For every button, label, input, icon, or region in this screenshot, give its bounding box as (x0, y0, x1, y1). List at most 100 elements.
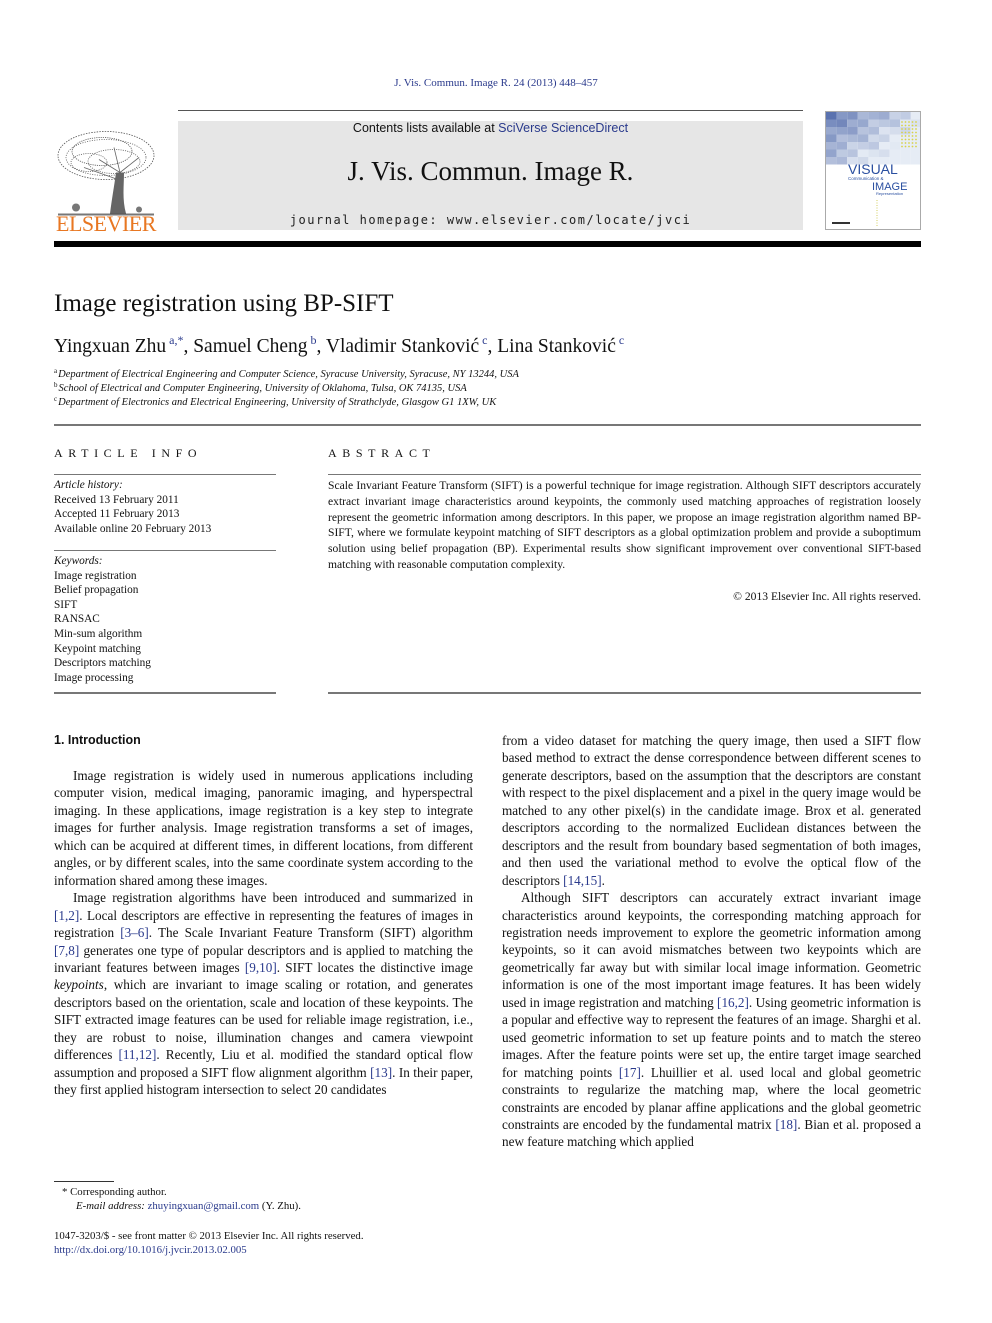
cover-mosaic-tile (836, 157, 848, 165)
keyword: Keypoint matching (54, 642, 141, 655)
email-link[interactable]: zhuyingxuan@gmail.com (148, 1200, 260, 1212)
cover-mosaic-tile (857, 142, 869, 150)
cover-mosaic-tile (847, 142, 858, 150)
cover-dot (915, 128, 917, 130)
body-paragraph: Image registration is widely used in num… (54, 768, 473, 888)
citation-link[interactable]: [7,8] (54, 943, 79, 958)
cover-dot (915, 135, 917, 137)
author-name: Vladimir Stanković (325, 336, 480, 357)
cover-mosaic-tile (836, 149, 848, 157)
affiliation-a: aDepartment of Electrical Engineering an… (54, 367, 519, 380)
affiliation-mark: a (54, 367, 58, 375)
text-run: . (601, 872, 605, 888)
keyword: Image processing (54, 671, 134, 684)
cover-mosaic-tile (889, 149, 901, 157)
sciencedirect-link[interactable]: SciVerse ScienceDirect (498, 121, 628, 135)
citation-link[interactable]: [14,15] (563, 873, 601, 888)
text-run: Image registration algorithms have been … (73, 890, 473, 906)
affiliation-divider (54, 424, 921, 426)
article-info-divider (54, 692, 276, 694)
cover-dot (915, 124, 917, 127)
issn-line: 1047-3203/$ - see front matter © 2013 El… (54, 1230, 364, 1242)
citation-link[interactable]: [9,10] (245, 960, 277, 975)
article-info-divider (54, 550, 276, 551)
body-paragraph: Although SIFT descriptors can accurately… (502, 889, 921, 1151)
cover-dot (908, 145, 910, 148)
cover-mosaic-tile (857, 112, 869, 120)
citation-link[interactable]: [11,12] (118, 1047, 156, 1062)
cover-dot (911, 142, 914, 144)
email-suffix: (Y. Zhu). (259, 1200, 301, 1212)
cover-dot (908, 131, 910, 134)
cover-mosaic-tile (847, 149, 858, 157)
cover-mosaic-tile (847, 112, 858, 120)
cover-mosaic-tile (868, 134, 879, 142)
keyword: Descriptors matching (54, 657, 151, 670)
author-name: Lina Stanković (497, 336, 616, 357)
cover-mosaic-tile (879, 134, 890, 142)
contents-prefix: Contents lists available at (352, 121, 499, 135)
cover-dot (911, 145, 914, 148)
cover-mosaic-tile (879, 142, 890, 150)
header-thick-rule (54, 241, 921, 247)
journal-citation-link[interactable]: J. Vis. Commun. Image R. 24 (2013) 448–4… (0, 77, 992, 89)
author-name: Samuel Cheng (193, 336, 308, 357)
doi-link[interactable]: http://dx.doi.org/10.1016/j.jvcir.2013.0… (54, 1244, 247, 1256)
keyword: SIFT (54, 598, 78, 611)
journal-cover-thumbnail[interactable]: VISUAL Communication & IMAGE Representat… (825, 111, 921, 230)
abstract-copyright: © 2013 Elsevier Inc. All rights reserved… (733, 590, 921, 603)
cover-mosaic-tile (889, 134, 901, 142)
cover-dot (901, 135, 903, 137)
cover-mosaic-tile (857, 119, 869, 127)
cover-dot (904, 145, 907, 148)
affiliation-c: cDepartment of Electronics and Electrica… (54, 395, 496, 408)
citation-link[interactable]: [1,2] (54, 908, 79, 923)
citation-link[interactable]: [18] (775, 1117, 797, 1132)
cover-mosaic-tile (847, 127, 858, 135)
keyword: Image registration (54, 569, 137, 582)
text-run: from a video dataset for matching the qu… (502, 733, 921, 888)
abstract-divider (328, 474, 921, 475)
cover-dot (908, 138, 910, 141)
history-label: Article history: (54, 479, 123, 491)
author-affiliation-link[interactable]: a,* (169, 333, 183, 347)
cover-dot (901, 145, 903, 148)
cover-mosaic-tile (836, 134, 848, 142)
cover-mosaic-tile (826, 134, 837, 142)
cover-mosaic-tile (879, 119, 890, 127)
cover-dot (915, 142, 917, 144)
cover-dot (904, 124, 907, 127)
cover-mosaic-tile (857, 134, 869, 142)
cover-mosaic-tile (836, 112, 848, 120)
history-item: Accepted 11 February 2013 (54, 508, 180, 521)
citation-link[interactable]: [13] (370, 1065, 392, 1080)
body-column-right: from a video dataset for matching the qu… (502, 732, 921, 1151)
journal-homepage-line: journal homepage: www.elsevier.com/locat… (178, 213, 803, 227)
cover-dot (904, 131, 907, 134)
cover-mosaic-tile (889, 127, 901, 135)
cover-dot (901, 128, 903, 130)
history-item: Received 13 February 2011 (54, 493, 179, 506)
cover-mosaic-tile (879, 149, 890, 157)
cover-mosaic-tile (889, 142, 901, 150)
cover-dot (908, 142, 910, 144)
cover-dot (911, 121, 914, 123)
cover-mosaic-tile (879, 127, 890, 135)
homepage-url-link[interactable]: www.elsevier.com/locate/jvci (447, 213, 691, 227)
cover-mosaic-tile (847, 134, 858, 142)
cover-title-1: VISUAL (848, 161, 898, 177)
keyword: Min-sum algorithm (54, 627, 143, 640)
citation-link[interactable]: [3–6] (120, 925, 149, 940)
cover-dot (901, 142, 903, 144)
citation-link[interactable]: [16,2] (717, 995, 749, 1010)
cover-dot (908, 121, 910, 123)
citation-link[interactable]: [17] (619, 1065, 641, 1080)
affiliation-text: Department of Electrical Engineering and… (58, 369, 519, 380)
affiliation-text: Department of Electronics and Electrical… (58, 397, 497, 408)
cover-dot (915, 138, 917, 141)
cover-mosaic-tile (826, 142, 837, 150)
body-paragraph: from a video dataset for matching the qu… (502, 732, 921, 889)
affiliation-b: bSchool of Electrical and Computer Engin… (54, 381, 467, 394)
article-history: Article history: Received 13 February 20… (54, 478, 211, 536)
author-affiliation-link[interactable]: c (619, 333, 624, 347)
